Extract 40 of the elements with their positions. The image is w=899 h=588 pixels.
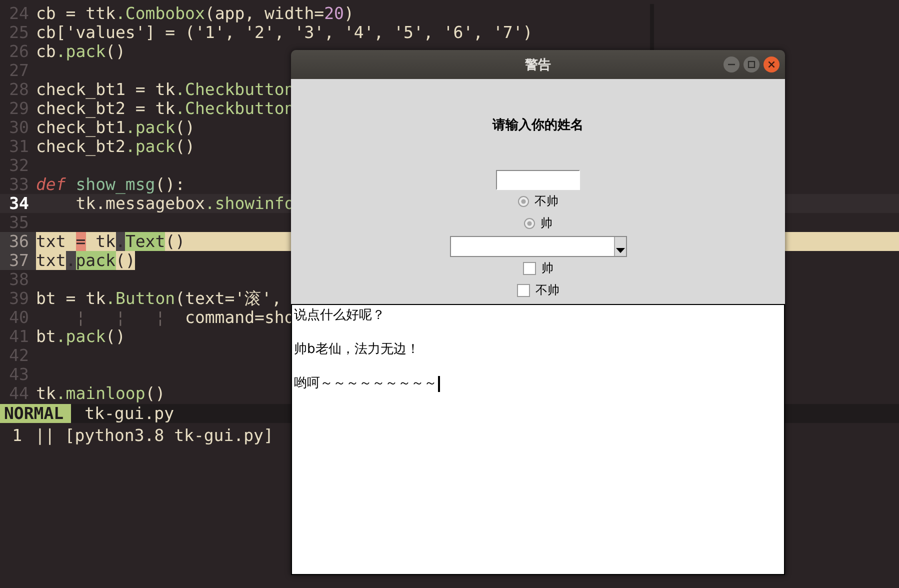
- combobox[interactable]: [450, 236, 626, 257]
- code-line: tk.mainloop(): [36, 384, 166, 403]
- file-name: tk-gui.py: [84, 404, 174, 423]
- line-number: 34: [8, 194, 30, 213]
- text-line: 说点什么好呢？: [294, 307, 385, 324]
- text-line: 哟呵～～～～～～～～～: [294, 375, 437, 392]
- name-input[interactable]: [496, 170, 580, 190]
- quickfix-entry: || [python3.8 tk-gui.py]: [35, 426, 274, 445]
- maximize-icon[interactable]: [743, 56, 760, 73]
- minimize-icon[interactable]: [723, 56, 740, 73]
- code-line: bt = tk.Button(text='滚',: [36, 289, 282, 308]
- text-area[interactable]: 说点什么好呢？ 帅b老仙，法力无边！ 哟呵～～～～～～～～～: [291, 304, 785, 575]
- code-line: check_bt1.pack(): [36, 118, 195, 137]
- radio-label: 不帅: [534, 192, 558, 210]
- text-line: 帅b老仙，法力无边！: [294, 341, 420, 358]
- code-line: cb = ttk.Combobox(app, width=20): [36, 4, 354, 23]
- line-number: 36: [0, 232, 36, 251]
- code-line: cb['values'] = ('1', '2', '3', '4', '5', '6', '7'): [36, 23, 533, 42]
- prompt-label: 请输入你的姓名: [492, 116, 584, 134]
- text-cursor: [438, 376, 440, 392]
- checkbox[interactable]: [516, 284, 530, 296]
- code-line: bt.pack(): [36, 327, 126, 346]
- checkbox-label: 不帅: [536, 282, 560, 298]
- code-line: tk.messagebox.showinfo: [74, 194, 294, 213]
- dropdown-arrow-icon: [616, 248, 624, 253]
- line-number: 37: [0, 251, 36, 270]
- radio-button[interactable]: [518, 196, 528, 206]
- checkbox[interactable]: [522, 262, 536, 274]
- radio-label: 帅: [540, 214, 552, 232]
- code-line: check_bt2.pack(): [36, 137, 195, 156]
- radio-button[interactable]: [524, 218, 534, 228]
- code-line: check_bt2 = tk.Checkbutton: [36, 99, 294, 118]
- code-line: def show_msg():: [36, 175, 186, 194]
- code-line: cb.pack(): [36, 42, 126, 61]
- window-title: 警告: [525, 56, 551, 74]
- checkbox-label: 帅: [542, 260, 554, 276]
- mode-indicator: NORMAL: [0, 404, 71, 423]
- line-number: 1: [11, 426, 23, 445]
- code-line: check_bt1 = tk.Checkbutton: [36, 80, 294, 99]
- close-icon[interactable]: [763, 56, 780, 73]
